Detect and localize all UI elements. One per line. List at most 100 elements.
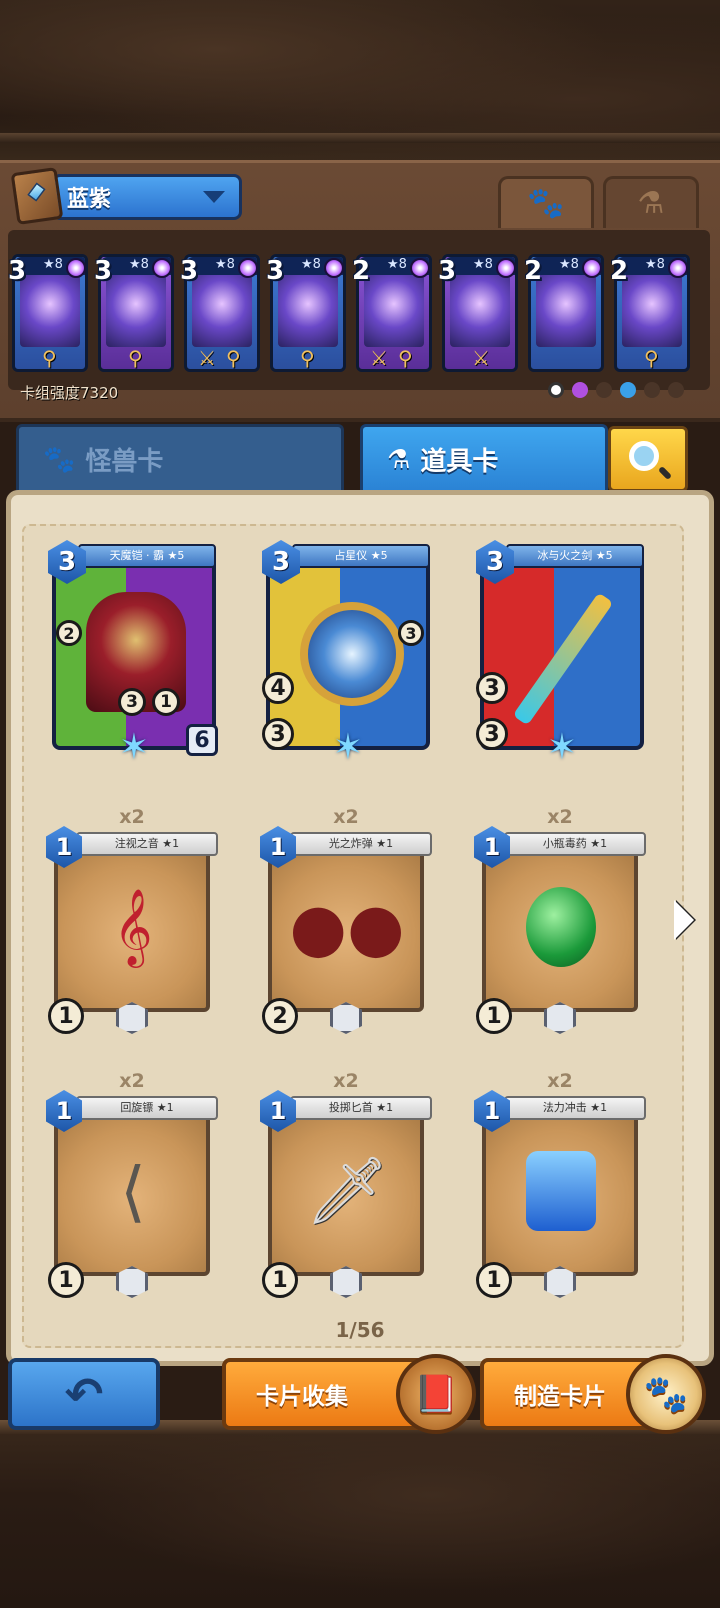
deck-card-cost: 3	[180, 256, 199, 286]
card-count: x2	[119, 806, 145, 828]
deck-card-cost: 3	[8, 256, 27, 286]
card-featured[interactable]: 天魔铠 · 霸 ★5 3 2 3 1 6 ✶	[48, 540, 220, 772]
potion-icon: ⚗	[387, 444, 411, 475]
deck-card-cost: 2	[524, 256, 543, 286]
card-item[interactable]: x2 注视之音 ★1 1 𝄞 1	[46, 806, 218, 1036]
card-count: x2	[547, 806, 573, 828]
rarity-star-icon: ✶	[118, 727, 150, 768]
card-level: 1	[48, 998, 84, 1034]
deck-card[interactable]: ★8 2 ⚔ ⚲	[352, 240, 432, 384]
craft-button-label: 制造卡片	[514, 1384, 606, 1410]
sword-icon: ⚔	[370, 346, 388, 370]
deck-card-cost: 3	[438, 256, 457, 286]
deck-card-cost: 2	[352, 256, 371, 286]
rarity-star-icon: ✶	[546, 727, 578, 768]
card-collection-button[interactable]: 卡片收集 📕	[222, 1354, 476, 1434]
card-item[interactable]: x2 光之炸弹 ★1 1 ●● 2	[260, 806, 432, 1036]
deck-element-icons	[548, 382, 684, 398]
element-orb-icon	[410, 258, 430, 278]
back-button[interactable]: ↶	[8, 1358, 160, 1430]
card-level: 2	[262, 998, 298, 1034]
earth-element-icon	[596, 382, 612, 398]
paw-icon: 🐾	[527, 186, 565, 221]
deck-selector[interactable]: 蓝紫	[52, 174, 242, 220]
sword-icon: ⚔	[198, 346, 216, 370]
card-level: 1	[48, 1262, 84, 1298]
tab-item-cards[interactable]: ⚗ 道具卡	[360, 424, 608, 492]
deck-card[interactable]: ★8 3 ⚲	[94, 240, 174, 384]
hook-icon: ⚲	[398, 346, 413, 370]
card-item[interactable]: x2 投掷匕首 ★1 1 🗡 1	[260, 1070, 432, 1300]
fire-element-icon	[668, 382, 684, 398]
chevron-down-icon	[203, 191, 225, 203]
boomerang-icon: ⟨	[120, 1152, 146, 1230]
card-name: 注视之音 ★1	[76, 832, 218, 856]
card-name: 回旋镖 ★1	[76, 1096, 218, 1120]
card-level: 1	[476, 998, 512, 1034]
card-item[interactable]: x2 回旋镖 ★1 1 ⟨ 1	[46, 1070, 218, 1300]
craft-card-button[interactable]: 制造卡片 🐾	[480, 1354, 706, 1434]
deck-card[interactable]: ★8 2	[524, 240, 604, 384]
hook-icon: ⚲	[300, 346, 315, 370]
back-arrow-icon: ↶	[64, 1367, 104, 1421]
card-art	[266, 554, 430, 750]
paw-jar-icon: 🐾	[626, 1354, 706, 1434]
hook-icon: ⚲	[226, 346, 241, 370]
card-name: 光之炸弹 ★1	[290, 832, 432, 856]
water-element-icon	[620, 382, 636, 398]
element-orb-icon	[152, 258, 172, 278]
search-icon	[629, 441, 659, 471]
tab-label: 怪兽卡	[85, 447, 164, 477]
card-count: x2	[119, 1070, 145, 1092]
card-art	[52, 554, 216, 750]
card-stat: 6	[186, 724, 218, 756]
deck-card[interactable]: ★8 3 ⚔ ⚲	[180, 240, 260, 384]
search-button[interactable]	[608, 426, 688, 492]
hook-icon: ⚲	[644, 346, 659, 370]
collect-button-label: 卡片收集	[256, 1384, 348, 1410]
card-name: 冰与火之剑 ★5	[506, 544, 644, 568]
deck-power: 卡组强度7320	[20, 384, 119, 402]
mana-potion-icon	[514, 1136, 608, 1246]
deck-card[interactable]: ★8 2 ⚲	[610, 240, 690, 384]
card-name: 占星仪 ★5	[292, 544, 430, 568]
card-count: x2	[547, 1070, 573, 1092]
card-featured[interactable]: 冰与火之剑 ★5 3 3 3 ✶	[476, 540, 648, 772]
card-item[interactable]: x2 小瓶毒药 ★1 1 1	[474, 806, 646, 1036]
deck-book-icon[interactable]	[10, 167, 64, 225]
top-wood-frame	[0, 0, 720, 165]
card-stat: 3	[262, 718, 294, 750]
deck-name: 蓝紫	[67, 187, 112, 212]
element-orb-icon	[582, 258, 602, 278]
next-page-icon[interactable]	[674, 900, 694, 940]
neutral-element-icon	[548, 382, 564, 398]
deck-card-cost: 3	[94, 256, 113, 286]
bottom-wood-frame	[0, 1420, 720, 1608]
rarity-star-icon: ✶	[332, 727, 364, 768]
hook-icon: ⚲	[128, 346, 143, 370]
tab-monster-cards[interactable]: 🐾 怪兽卡	[16, 424, 344, 492]
purple-element-icon	[572, 382, 588, 398]
card-level: 1	[262, 1262, 298, 1298]
tab-monster-deck[interactable]: 🐾	[498, 176, 594, 228]
element-orb-icon	[324, 258, 344, 278]
card-stat: 4	[262, 672, 294, 704]
bomb-icon: ●●	[289, 888, 405, 966]
card-book-icon: 📕	[396, 1354, 476, 1434]
hook-icon: ⚲	[42, 346, 57, 370]
potion-bottle-icon	[514, 872, 608, 982]
card-name: 法力冲击 ★1	[504, 1096, 646, 1120]
deck-card[interactable]: ★8 3 ⚔	[438, 240, 518, 384]
card-featured[interactable]: 占星仪 ★5 3 4 3 3 ✶	[262, 540, 434, 772]
deck-card-cost: 2	[610, 256, 629, 286]
deck-card[interactable]: ★8 3 ⚲	[266, 240, 346, 384]
card-count: x2	[333, 806, 359, 828]
deck-card[interactable]: ★8 3 ⚲	[8, 240, 88, 384]
element-orb-icon	[668, 258, 688, 278]
tab-item-deck[interactable]: ⚗	[603, 176, 699, 228]
card-stat: 2	[56, 620, 82, 646]
card-stat: 1	[152, 688, 180, 716]
potion-icon: ⚗	[637, 186, 665, 221]
element-orb-icon	[496, 258, 516, 278]
card-item[interactable]: x2 法力冲击 ★1 1 1	[474, 1070, 646, 1300]
